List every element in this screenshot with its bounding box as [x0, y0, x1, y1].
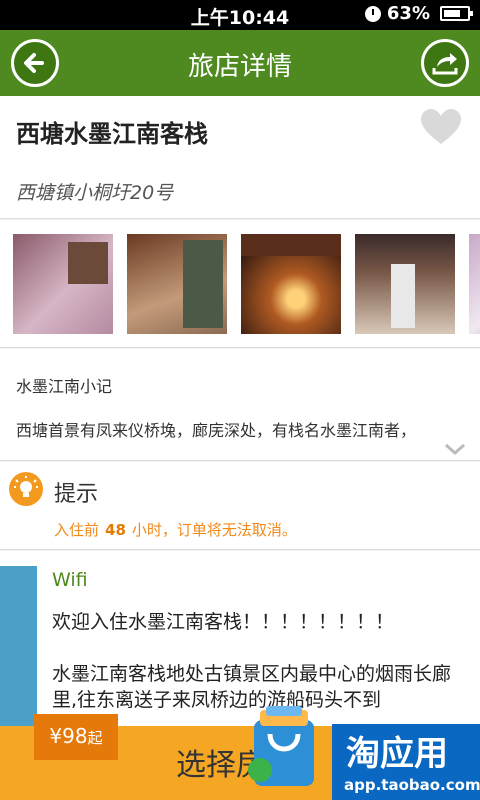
hotel-photo[interactable] [127, 234, 227, 334]
photo-gallery [0, 220, 480, 348]
price-tag: ¥98起 [34, 714, 118, 760]
battery-percent: 63% [386, 3, 430, 24]
lightbulb-icon [9, 472, 43, 506]
hotel-photo[interactable] [241, 234, 341, 334]
share-button[interactable] [421, 39, 469, 87]
shopping-bag-icon [248, 706, 314, 786]
favorite-button[interactable] [420, 108, 462, 150]
hotel-name: 西塘水墨江南客栈 [16, 120, 208, 148]
app-store-ad[interactable]: 淘应用 app.taobao.com [332, 724, 480, 800]
battery-icon [440, 6, 473, 21]
page-title: 旅店详情 [187, 52, 292, 82]
ad-title: 淘应用 [346, 734, 448, 774]
price-value: ¥98 [49, 724, 88, 748]
hotel-address: 西塘镇小桐圩20号 [16, 182, 174, 204]
ad-url: app.taobao.com [344, 776, 480, 794]
cancellation-hours: 48 [105, 521, 126, 539]
header-bar: 旅店详情 [0, 30, 480, 96]
facility-name: Wifi [52, 569, 88, 591]
status-bar: 上午10:44 63% [0, 0, 480, 30]
tips-label: 提示 [54, 482, 99, 507]
cancellation-note: 入住前 48 小时，订单将无法取消。 [54, 521, 297, 539]
alarm-icon [364, 5, 381, 22]
hotel-photo[interactable] [355, 234, 455, 334]
heart-icon [421, 109, 461, 144]
share-icon [432, 53, 458, 75]
hotel-photo[interactable] [469, 234, 480, 334]
facility-band [0, 566, 37, 726]
price-suffix: 起 [87, 729, 103, 747]
description-heading: 水墨江南小记 [16, 377, 113, 396]
tips-section: 提示 入住前 48 小时，订单将无法取消。 [0, 462, 480, 550]
hotel-photo[interactable] [13, 234, 113, 334]
hotel-title-section: 西塘水墨江南客栈 西塘镇小桐圩20号 [0, 96, 480, 219]
chevron-down-icon[interactable] [444, 443, 466, 455]
facility-text: 欢迎入住水墨江南客栈！！！！！！！！ 水墨江南客栈地处古镇景区内最中心的烟雨长廊… [52, 611, 452, 711]
description-text: 西塘首景有凤来仪桥堍，廊庑深处，有栈名水墨江南者， [16, 421, 417, 440]
facility-section: Wifi 欢迎入住水墨江南客栈！！！！！！！！ 水墨江南客栈地处古镇景区内最中心… [0, 551, 480, 726]
status-right: 63% [364, 3, 473, 24]
description-section[interactable]: 水墨江南小记 西塘首景有凤来仪桥堍，廊庑深处，有栈名水墨江南者， [0, 349, 480, 461]
